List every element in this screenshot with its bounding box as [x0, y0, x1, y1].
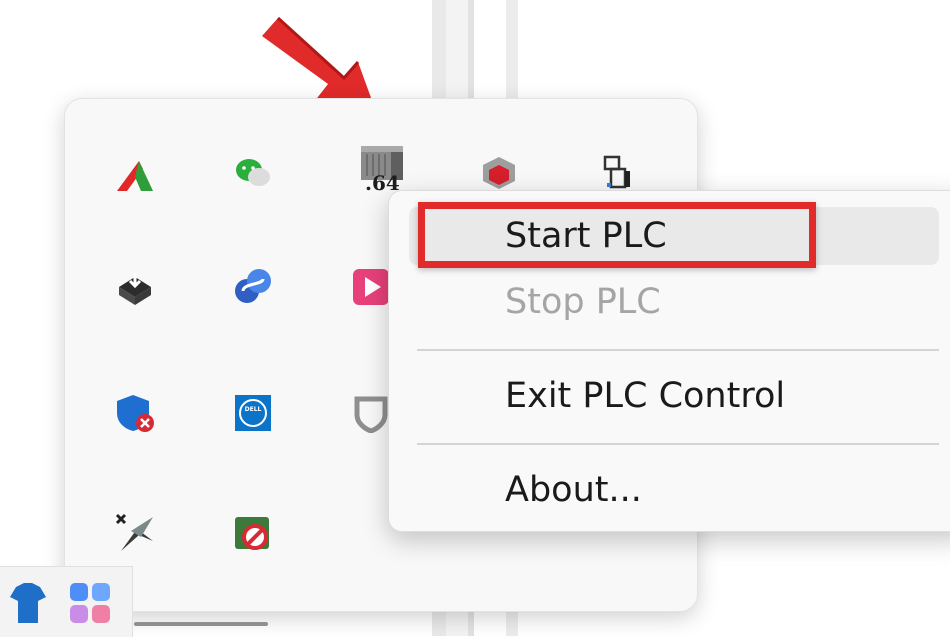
box-download-icon[interactable] — [111, 265, 159, 313]
about-menu-item[interactable]: About... — [409, 461, 939, 519]
menu-separator — [417, 443, 939, 445]
taskbar — [0, 566, 133, 637]
stop-plc-menu-item[interactable]: Stop PLC — [409, 273, 939, 331]
dell-label: DELL — [244, 406, 262, 413]
blue-shirt-icon[interactable] — [8, 581, 48, 625]
shield-error-icon[interactable] — [111, 389, 159, 437]
about-label: About... — [505, 470, 642, 510]
scroll-indicator — [134, 622, 268, 626]
x-sword-icon[interactable] — [111, 509, 159, 557]
menu-separator — [417, 349, 939, 351]
stop-plc-label: Stop PLC — [505, 282, 661, 322]
blue-link-icon[interactable] — [229, 263, 277, 311]
green-no-symbol-icon[interactable] — [229, 509, 277, 557]
dell-icon[interactable]: DELL — [229, 389, 277, 437]
start-grid-icon[interactable] — [66, 579, 114, 627]
exit-plc-control-label: Exit PLC Control — [505, 376, 786, 416]
red-green-peak-icon[interactable] — [111, 151, 159, 199]
red-highlight-box-annotation — [418, 202, 816, 268]
wechat-icon[interactable] — [229, 149, 277, 197]
exit-plc-control-menu-item[interactable]: Exit PLC Control — [409, 367, 939, 425]
